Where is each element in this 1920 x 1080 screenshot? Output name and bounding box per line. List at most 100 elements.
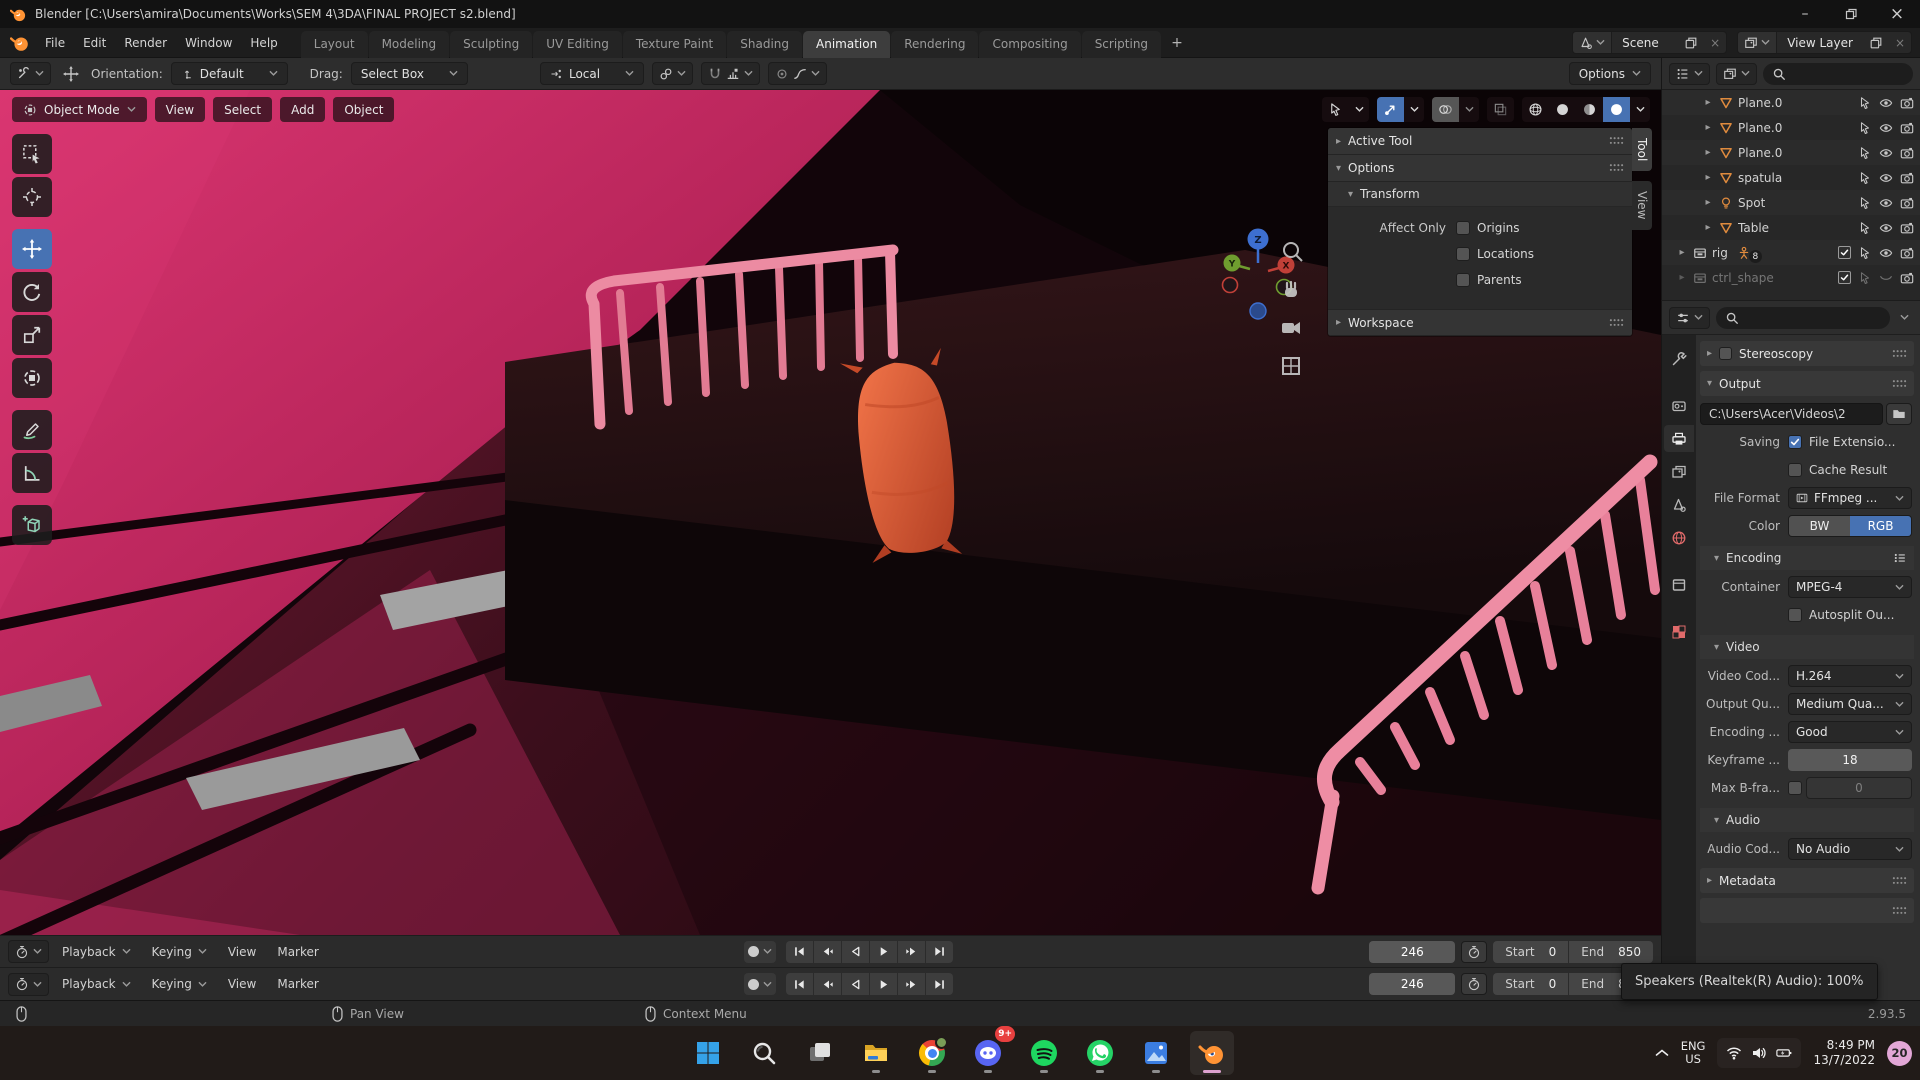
- chevron-down-icon[interactable]: [1900, 314, 1909, 321]
- play-button[interactable]: [870, 973, 897, 995]
- outliner-item-spatula[interactable]: ▸ spatula: [1662, 165, 1920, 190]
- expand-arrow-icon[interactable]: ▸: [1702, 147, 1714, 158]
- whatsapp-button[interactable]: [1078, 1031, 1122, 1075]
- outliner-item-spot[interactable]: ▸ Spot: [1662, 190, 1920, 215]
- outliner-display-mode-dropdown[interactable]: [1669, 63, 1710, 85]
- tool-scale[interactable]: [12, 315, 52, 355]
- menu-view[interactable]: View: [220, 941, 264, 963]
- scene-unlink-button[interactable]: ×: [1704, 32, 1726, 53]
- render-camera-icon[interactable]: [1900, 246, 1914, 260]
- expand-arrow-icon[interactable]: ▸: [1702, 172, 1714, 183]
- audio-codec-dropdown[interactable]: No Audio: [1788, 838, 1912, 860]
- properties-editor-type-dropdown[interactable]: [1669, 307, 1710, 329]
- panel-video[interactable]: ▾ Video: [1700, 635, 1914, 659]
- options-dropdown[interactable]: Options: [1569, 62, 1651, 85]
- tab-view-layer-properties[interactable]: [1664, 458, 1694, 485]
- chevron-down-icon[interactable]: [1459, 97, 1479, 122]
- presets-icon[interactable]: [1893, 551, 1907, 565]
- outliner-item-ctrl-shape[interactable]: ▸ ctrl_shape: [1662, 265, 1920, 290]
- menu-window[interactable]: Window: [176, 32, 241, 54]
- panel-output[interactable]: ▾ Output: [1700, 371, 1914, 396]
- selectable-pointer-icon[interactable]: [1858, 121, 1872, 135]
- menu-file[interactable]: File: [36, 32, 74, 54]
- chrome-button[interactable]: [910, 1031, 954, 1075]
- maximize-button[interactable]: [1828, 0, 1874, 28]
- snap-toggle-group[interactable]: [701, 62, 760, 85]
- tab-rendering[interactable]: Rendering: [891, 31, 978, 58]
- start-frame-field[interactable]: Start0: [1493, 941, 1568, 963]
- tab-sculpting[interactable]: Sculpting: [450, 31, 532, 58]
- render-camera-icon[interactable]: [1900, 171, 1914, 185]
- prev-keyframe-button[interactable]: [814, 973, 841, 995]
- drag-dots-icon[interactable]: [1609, 318, 1624, 328]
- autosplit-checkbox[interactable]: [1788, 608, 1802, 622]
- menu-help[interactable]: Help: [241, 32, 286, 54]
- overlays-toggle[interactable]: [1432, 97, 1459, 122]
- selectability-icon[interactable]: [1322, 97, 1349, 122]
- chevron-down-icon[interactable]: [763, 948, 772, 955]
- render-camera-icon[interactable]: [1900, 221, 1914, 235]
- render-camera-icon[interactable]: [1900, 121, 1914, 135]
- checkbox-row-locations[interactable]: Locations: [1456, 243, 1534, 265]
- orientation-dropdown[interactable]: Default: [171, 62, 288, 85]
- transform-pivot-dropdown[interactable]: Local: [540, 62, 644, 85]
- jump-to-start-button[interactable]: [786, 941, 813, 963]
- checkbox-row-parents[interactable]: Parents: [1456, 269, 1534, 291]
- viewport-menu-add[interactable]: Add: [280, 97, 325, 122]
- expand-arrow-icon[interactable]: ▸: [1702, 97, 1714, 108]
- file-extensions-checkbox[interactable]: [1788, 435, 1802, 449]
- outliner-item-plane-1[interactable]: ▸ Plane.0: [1662, 90, 1920, 115]
- tool-add-cube[interactable]: [12, 505, 52, 545]
- properties-search-input[interactable]: [1716, 307, 1890, 329]
- timeline-editor-type-dropdown[interactable]: [8, 940, 49, 963]
- shading-solid-button[interactable]: [1549, 97, 1576, 122]
- play-reverse-button[interactable]: [842, 973, 869, 995]
- output-path-field[interactable]: C:\Users\Acer\Videos\2: [1700, 403, 1883, 425]
- viewport-menu-object[interactable]: Object: [333, 97, 394, 122]
- next-keyframe-button[interactable]: [898, 941, 925, 963]
- outliner-item-plane-3[interactable]: ▸ Plane.0: [1662, 140, 1920, 165]
- color-rgb-button[interactable]: RGB: [1850, 516, 1911, 536]
- mode-dropdown[interactable]: Object Mode: [12, 97, 147, 122]
- drag-dots-icon[interactable]: [1892, 876, 1907, 886]
- notification-center-badge[interactable]: 20: [1887, 1041, 1912, 1066]
- hide-eye-icon[interactable]: [1879, 171, 1893, 185]
- discord-button[interactable]: 9+: [966, 1031, 1010, 1075]
- file-format-dropdown[interactable]: FFmpeg ...: [1788, 487, 1912, 509]
- origins-checkbox[interactable]: [1456, 221, 1470, 235]
- selectable-pointer-icon[interactable]: [1858, 146, 1872, 160]
- sidebar-tab-view[interactable]: View: [1632, 181, 1652, 229]
- expand-arrow-icon[interactable]: ▸: [1702, 122, 1714, 133]
- tab-scene-properties[interactable]: [1664, 491, 1694, 518]
- shading-rendered-button[interactable]: [1603, 97, 1630, 122]
- panel-options[interactable]: ▾ Options: [1328, 155, 1632, 182]
- output-quality-dropdown[interactable]: Medium Qua...: [1788, 693, 1912, 715]
- jump-to-end-button[interactable]: [926, 973, 953, 995]
- drag-dots-icon[interactable]: [1892, 379, 1907, 389]
- tab-object-properties[interactable]: [1664, 571, 1694, 598]
- end-frame-field[interactable]: End850: [1569, 941, 1653, 963]
- hide-eye-icon[interactable]: [1879, 96, 1893, 110]
- add-workspace-button[interactable]: +: [1162, 29, 1192, 58]
- play-reverse-button[interactable]: [842, 941, 869, 963]
- hide-eye-icon[interactable]: [1879, 121, 1893, 135]
- selectable-pointer-icon[interactable]: [1858, 196, 1872, 210]
- current-frame-field[interactable]: 246: [1369, 941, 1455, 963]
- system-tray-group[interactable]: [1717, 1038, 1801, 1068]
- render-camera-icon[interactable]: [1900, 96, 1914, 110]
- snap-link-dropdown[interactable]: [652, 62, 693, 85]
- locations-checkbox[interactable]: [1456, 247, 1470, 261]
- sidebar-tab-tool[interactable]: Tool: [1632, 128, 1652, 171]
- tab-uv-editing[interactable]: UV Editing: [533, 31, 622, 58]
- panel-workspace[interactable]: ▸ Workspace: [1328, 309, 1632, 336]
- selectable-pointer-icon[interactable]: [1858, 221, 1872, 235]
- expand-arrow-icon[interactable]: ▸: [1676, 247, 1688, 258]
- hide-eye-icon[interactable]: [1879, 146, 1893, 160]
- collection-checkbox[interactable]: [1838, 246, 1851, 259]
- tool-measure[interactable]: [12, 453, 52, 493]
- expand-arrow-icon[interactable]: ▸: [1676, 272, 1688, 283]
- hide-eye-closed-icon[interactable]: [1879, 271, 1893, 285]
- hide-eye-icon[interactable]: [1879, 221, 1893, 235]
- hide-eye-icon[interactable]: [1879, 246, 1893, 260]
- outliner-search-input[interactable]: [1763, 63, 1913, 85]
